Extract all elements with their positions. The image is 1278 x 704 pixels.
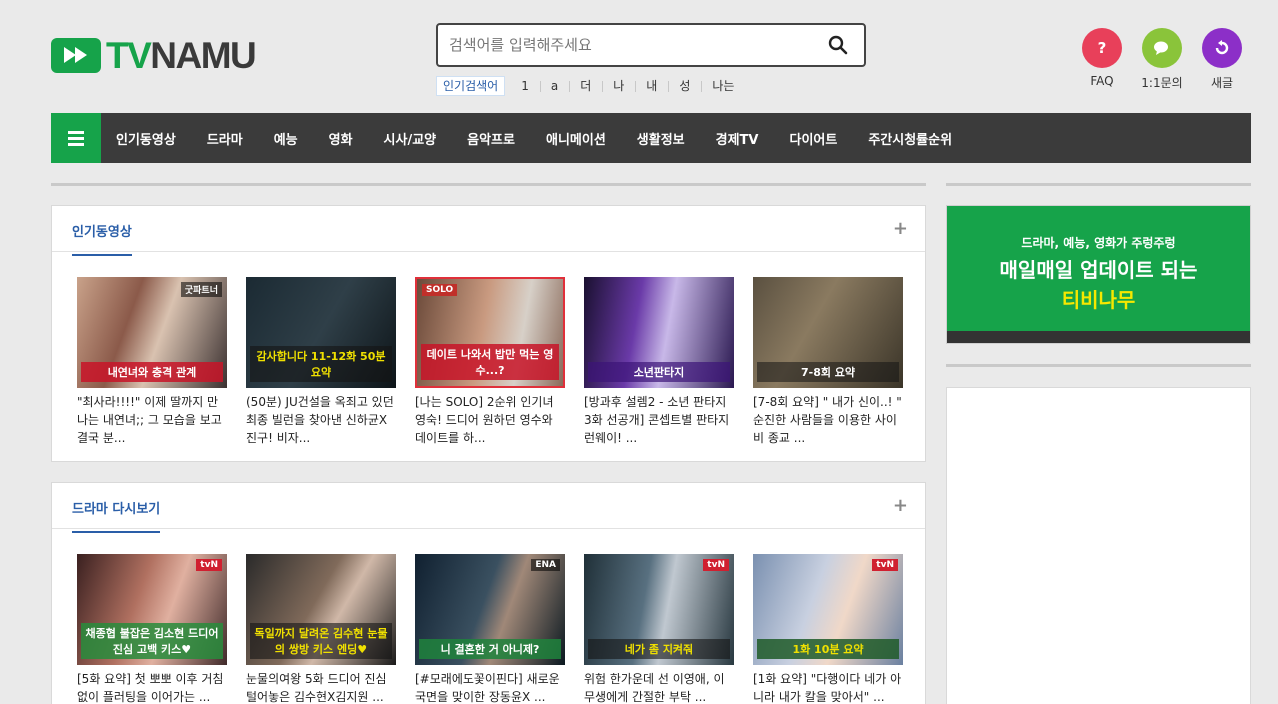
- sidebar-box: [946, 387, 1251, 704]
- video-title[interactable]: 위험 한가운데 선 이영애, 이무생에게 간절한 부탁 ...: [584, 670, 734, 704]
- video-thumbnail[interactable]: ENA 니 결혼한 거 아니제?: [415, 554, 565, 665]
- nav-item-economy-tv[interactable]: 경제TV: [716, 129, 759, 148]
- video-card[interactable]: 굿파트너 내연녀와 충격 관계 "최사라!!!!" 이제 딸까지 만나는 내연녀…: [77, 277, 227, 447]
- nav-item-music[interactable]: 음악프로: [467, 129, 515, 148]
- section-title[interactable]: 드라마 다시보기: [72, 498, 161, 533]
- video-title[interactable]: [나는 SOLO] 2순위 인기녀 영숙! 드디어 원하던 영수와 데이트를 하…: [415, 393, 565, 447]
- hot-keywords: 인기검색어 1 a 더 나 내 성 나는: [436, 76, 745, 96]
- video-thumbnail[interactable]: 감사합니다 11-12화 50분 요약: [246, 277, 396, 388]
- video-title[interactable]: "최사라!!!!" 이제 딸까지 만나는 내연녀;; 그 모습을 보고 결국 분…: [77, 393, 227, 447]
- nav-item-variety[interactable]: 예능: [274, 129, 298, 148]
- nav-item-animation[interactable]: 애니메이션: [546, 129, 606, 148]
- nav-item-lifestyle[interactable]: 생활정보: [637, 129, 685, 148]
- hot-keywords-label: 인기검색어: [436, 76, 506, 96]
- hot-keyword[interactable]: 더: [569, 76, 602, 96]
- divider: [946, 364, 1251, 367]
- divider: [946, 183, 1251, 186]
- video-thumbnail[interactable]: tvN 1화 10분 요약: [753, 554, 903, 665]
- hot-keyword[interactable]: 1: [510, 76, 540, 96]
- video-thumbnail[interactable]: SOLO 데이트 나와서 밥만 먹는 영수...?: [415, 277, 565, 388]
- nav-item-weekly-ratings[interactable]: 주간시청률순위: [868, 129, 952, 148]
- video-card[interactable]: tvN 1화 10분 요약 [1화 요약] "다행이다 네가 아니라 내가 칼을…: [753, 554, 903, 704]
- drama-section: 드라마 다시보기 + tvN 채종협 불잡은 김소현 드디어 진심 고백 키스♥…: [51, 482, 926, 704]
- search-input[interactable]: [438, 25, 818, 65]
- video-thumbnail[interactable]: 독일까지 달려온 김수현 눈물의 쌍방 키스 엔딩♥: [246, 554, 396, 665]
- video-card[interactable]: 소년판타지 [방과후 설렘2 - 소년 판타지 3화 선공개] 콘셉트별 판타지…: [584, 277, 734, 447]
- video-card[interactable]: tvN 채종협 불잡은 김소현 드디어 진심 고백 키스♥ [5화 요약] 첫 …: [77, 554, 227, 704]
- divider: [51, 183, 926, 186]
- video-card[interactable]: tvN 네가 좀 지켜줘 위험 한가운데 선 이영애, 이무생에게 간절한 부탁…: [584, 554, 734, 704]
- hot-keyword[interactable]: a: [539, 76, 569, 96]
- video-title[interactable]: [#모래에도꽃이핀다] 새로운 국면을 맞이한 장동윤X ...: [415, 670, 565, 704]
- video-thumbnail[interactable]: tvN 네가 좀 지켜줘: [584, 554, 734, 665]
- video-card[interactable]: 7-8회 요약 [7-8회 요약] " 내가 신이..! " 순진한 사람들을 …: [753, 277, 903, 447]
- video-title[interactable]: 눈물의여왕 5화 드디어 진심 털어놓은 김수현X김지원 ...: [246, 670, 396, 704]
- top-icons: ? FAQ 1:1문의 새글: [1082, 28, 1242, 91]
- video-title[interactable]: [방과후 설렘2 - 소년 판타지 3화 선공개] 콘셉트별 판타지 런웨이! …: [584, 393, 734, 447]
- inquiry-button[interactable]: 1:1문의: [1141, 28, 1183, 91]
- nav-item-movie[interactable]: 영화: [329, 129, 353, 148]
- video-card[interactable]: 독일까지 달려온 김수현 눈물의 쌍방 키스 엔딩♥ 눈물의여왕 5화 드디어 …: [246, 554, 396, 704]
- search-icon[interactable]: [828, 35, 848, 55]
- nav-item-diet[interactable]: 다이어트: [790, 129, 838, 148]
- new-posts-button[interactable]: 새글: [1202, 28, 1242, 91]
- video-card[interactable]: ENA 니 결혼한 거 아니제? [#모래에도꽃이핀다] 새로운 국면을 맞이한…: [415, 554, 565, 704]
- video-card[interactable]: SOLO 데이트 나와서 밥만 먹는 영수...? [나는 SOLO] 2순위 …: [415, 277, 565, 447]
- menu-icon[interactable]: [51, 113, 101, 163]
- video-title[interactable]: [1화 요약] "다행이다 네가 아니라 내가 칼을 맞아서" ...: [753, 670, 903, 704]
- faq-button[interactable]: ? FAQ: [1082, 28, 1122, 91]
- logo[interactable]: TVNAMU: [51, 35, 257, 76]
- video-title[interactable]: [5화 요약] 첫 뽀뽀 이후 거침없이 플러팅을 이어가는 ...: [77, 670, 227, 704]
- popular-videos-section: 인기동영상 + 굿파트너 내연녀와 충격 관계 "최사라!!!!" 이제 딸까지…: [51, 205, 926, 462]
- hot-keyword[interactable]: 나: [602, 76, 635, 96]
- plus-icon[interactable]: +: [893, 495, 908, 516]
- nav-item-popular[interactable]: 인기동영상: [116, 129, 176, 148]
- video-thumbnail[interactable]: 소년판타지: [584, 277, 734, 388]
- section-title[interactable]: 인기동영상: [72, 221, 132, 256]
- main-nav: 인기동영상 드라마 예능 영화 시사/교양 음악프로 애니메이션 생활정보 경제…: [51, 113, 1251, 163]
- nav-item-current-affairs[interactable]: 시사/교양: [384, 129, 437, 148]
- question-icon: ?: [1082, 28, 1122, 68]
- video-card[interactable]: 감사합니다 11-12화 50분 요약 (50분) JU건설을 옥죄고 있던 최…: [246, 277, 396, 447]
- hot-keyword[interactable]: 나는: [701, 76, 745, 96]
- video-thumbnail[interactable]: tvN 채종협 불잡은 김소현 드디어 진심 고백 키스♥: [77, 554, 227, 665]
- hot-keyword[interactable]: 내: [635, 76, 668, 96]
- video-thumbnail[interactable]: 7-8회 요약: [753, 277, 903, 388]
- play-logo-icon: [51, 38, 101, 73]
- video-title[interactable]: [7-8회 요약] " 내가 신이..! " 순진한 사람들을 이용한 사이비 …: [753, 393, 903, 447]
- nav-item-drama[interactable]: 드라마: [207, 129, 243, 148]
- plus-icon[interactable]: +: [893, 218, 908, 239]
- search-box: [436, 23, 866, 67]
- promo-banner[interactable]: 드라마, 예능, 영화가 주렁주렁 매일매일 업데이트 되는 티비나무: [946, 205, 1251, 344]
- video-thumbnail[interactable]: 굿파트너 내연녀와 충격 관계: [77, 277, 227, 388]
- banner-footer-bar: [947, 331, 1250, 343]
- refresh-icon: [1202, 28, 1242, 68]
- logo-text: TVNAMU: [106, 35, 257, 76]
- video-title[interactable]: (50분) JU건설을 옥죄고 있던 최종 빌런을 찾아낸 신하균X진구! 비자…: [246, 393, 396, 447]
- hot-keyword[interactable]: 성: [668, 76, 701, 96]
- chat-icon: [1142, 28, 1182, 68]
